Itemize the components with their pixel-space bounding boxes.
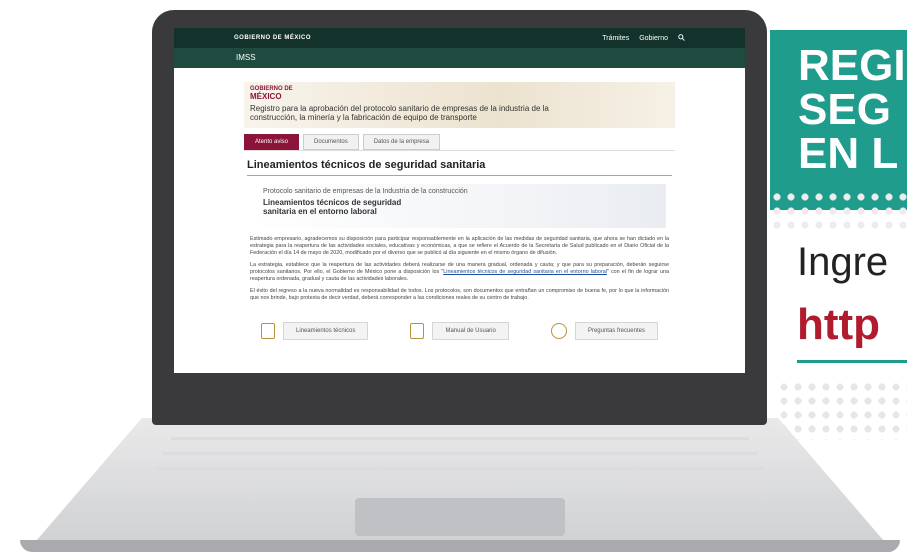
gov-header: GOBIERNO DE MÉXICO Trámites Gobierno [174, 28, 745, 48]
page-content: GOBIERNO DE MÉXICO Registro para la apro… [174, 82, 745, 348]
laptop-screen: GOBIERNO DE MÉXICO Trámites Gobierno IMS… [174, 28, 745, 373]
tab-atento-aviso[interactable]: Atento aviso [244, 134, 300, 150]
nav-tramites[interactable]: Trámites [602, 35, 629, 42]
search-icon[interactable] [678, 33, 685, 43]
protocol-subtitle: Protocolo sanitario de empresas de la In… [263, 188, 468, 195]
hand-pointer-icon [410, 323, 425, 339]
nav-gobierno[interactable]: Gobierno [639, 35, 668, 42]
banner-line-3: EN L [798, 129, 899, 178]
document-icon [261, 323, 275, 339]
logo-big-text: MÉXICO [250, 92, 282, 101]
question-bubble-icon [550, 323, 567, 339]
protocol-title: Lineamientos técnicos de seguridad sanit… [263, 198, 402, 216]
lineamientos-group: Lineamientos técnicos [261, 322, 369, 340]
laptop-keyboard [140, 425, 780, 495]
mexico-logo: GOBIERNO DE MÉXICO [250, 86, 669, 101]
paragraph-3: El éxito del regreso a la nueva normalid… [250, 288, 669, 301]
preguntas-button[interactable]: Preguntas frecuentes [574, 322, 658, 340]
tab-documentos[interactable]: Documentos [303, 134, 359, 150]
manual-button[interactable]: Manual de Usuario [432, 322, 509, 340]
page-title: Lineamientos técnicos de seguridad sanit… [247, 159, 672, 176]
laptop-trackpad [355, 498, 565, 536]
banner-line-2: SEG [798, 85, 891, 134]
dot-pattern [777, 380, 907, 440]
tab-bar: Atento aviso Documentos Datos de la empr… [244, 134, 675, 150]
promo-ingresa-text: Ingre [797, 240, 889, 284]
hero-title: Registro para la aprobación del protocol… [250, 104, 549, 122]
action-buttons: Lineamientos técnicos Manual de Usuario … [247, 322, 672, 340]
paragraph-1: Estimado empresario, agradecemos su disp… [250, 236, 669, 256]
paragraph-2: La estrategia, establece que la reapertu… [250, 262, 669, 283]
hero-banner: GOBIERNO DE MÉXICO Registro para la apro… [244, 82, 675, 128]
preguntas-group: Preguntas frecuentes [550, 322, 658, 340]
tab-datos-empresa[interactable]: Datos de la empresa [362, 134, 441, 150]
manual-group: Manual de Usuario [410, 322, 509, 340]
gov-logo[interactable]: GOBIERNO DE MÉXICO [234, 35, 311, 41]
promo-url-text: http [797, 300, 881, 349]
promo-banner: REGI SEG EN L [770, 30, 907, 210]
lineamientos-button[interactable]: Lineamientos técnicos [283, 322, 369, 340]
imss-bar: IMSS [174, 48, 745, 68]
dot-pattern [770, 190, 907, 230]
lineamientos-link[interactable]: Lineamientos técnicos de seguridad sanit… [443, 269, 607, 275]
protocol-banner: Protocolo sanitario de empresas de la In… [253, 184, 666, 228]
banner-line-1: REGI [798, 41, 906, 90]
laptop-base-edge [20, 540, 900, 552]
promo-divider [797, 360, 907, 363]
content-card: Lineamientos técnicos de seguridad sanit… [244, 150, 675, 348]
